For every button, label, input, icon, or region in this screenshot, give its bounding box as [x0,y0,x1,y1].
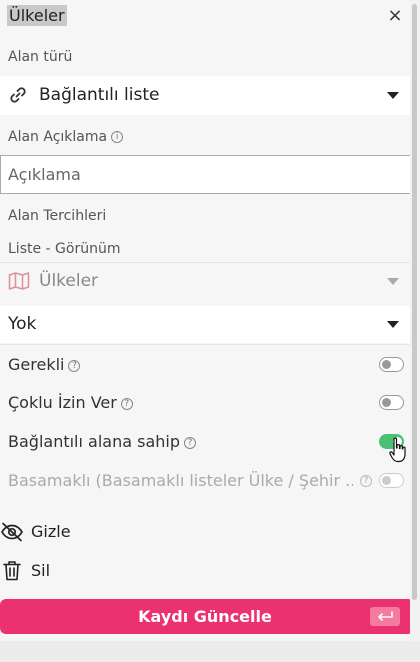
help-icon[interactable]: ? [360,475,372,487]
view-select-value: Yok [8,314,37,334]
description-input[interactable] [0,155,410,194]
trash-icon [3,560,21,585]
scrollbar-thumb[interactable] [412,4,417,600]
hide-label: Gizle [31,522,71,541]
help-icon[interactable]: ? [120,397,133,410]
panel-header: Ülkeler × [0,0,410,32]
description-label-text: Alan Açıklama [8,129,108,145]
field-type-select[interactable]: Bağlantılı liste [0,76,410,115]
description-label: Alan Açıklama i [8,129,124,145]
view-select[interactable]: Yok [0,306,410,343]
field-type-value: Bağlantılı liste [39,85,160,105]
toggle-label: Bağlantılı alana sahip? [8,432,196,451]
update-record-label: Kaydı Güncelle [138,607,272,626]
toggle-label: Basamaklı (Basamaklı listeler Ülke / Şeh… [8,471,353,490]
toggle-label: Gerekli? [8,355,81,374]
field-type-label: Alan türü [8,49,73,65]
chevron-down-icon [387,278,399,285]
toggle-row-linked-field: Bağlantılı alana sahip? [0,422,410,461]
toggle-row-multiple: Çoklu İzin Ver? [0,383,410,422]
delete-label: Sil [31,561,51,580]
eye-slash-icon [0,522,24,546]
info-icon[interactable]: i [111,131,124,143]
help-icon[interactable]: ? [68,359,81,372]
cascading-switch[interactable] [379,473,404,488]
preferences-label: Alan Tercihleri [8,208,107,224]
toggle-row-cascading: Basamaklı (Basamaklı listeler Ülke / Şeh… [0,461,410,500]
required-switch[interactable] [379,357,404,372]
chevron-down-icon [387,321,399,328]
field-settings-panel: Ülkeler × Alan türü Bağlantılı liste Ala… [0,0,410,641]
linked-list-value: Ülkeler [39,271,99,291]
linked-list-select[interactable]: Ülkeler [0,262,410,299]
map-icon [8,272,30,294]
panel-title[interactable]: Ülkeler [7,5,67,26]
bottom-background [0,641,420,662]
delete-field-button[interactable]: Sil [0,556,200,586]
list-view-label: Liste - Görünüm [8,241,121,257]
hide-field-button[interactable]: Gizle [0,517,200,547]
close-icon[interactable]: × [386,7,404,25]
chevron-down-icon [387,92,399,99]
toggle-row-required: Gerekli? [0,344,410,383]
enter-key-icon [370,607,400,626]
hand-cursor-icon [389,437,407,467]
toggle-label: Çoklu İzin Ver? [8,393,133,412]
link-icon [8,85,28,109]
update-record-button[interactable]: Kaydı Güncelle [0,599,410,634]
allow-multiple-switch[interactable] [379,395,404,410]
help-icon[interactable]: ? [184,436,196,449]
